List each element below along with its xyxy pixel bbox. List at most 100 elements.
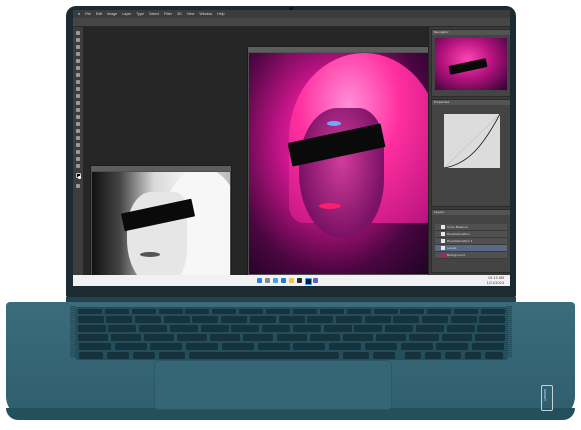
- menu-help[interactable]: Help: [217, 12, 224, 16]
- layer-row[interactable]: Background: [435, 252, 507, 259]
- clone-stamp-tool-icon[interactable]: [76, 87, 80, 91]
- keyboard-key[interactable]: [400, 343, 433, 350]
- eyedropper-tool-icon[interactable]: [76, 66, 80, 70]
- keyboard-key[interactable]: [307, 316, 334, 323]
- keyboard-key[interactable]: [436, 343, 469, 350]
- menu-window[interactable]: Window: [199, 12, 212, 16]
- keyboard-key[interactable]: [243, 334, 274, 341]
- keyboard-key[interactable]: [231, 325, 260, 332]
- navigator-panel-header[interactable]: Navigator: [432, 30, 510, 35]
- menu-image[interactable]: Image: [107, 12, 117, 16]
- keyboard-key[interactable]: [186, 343, 219, 350]
- keyboard-key[interactable]: [425, 352, 441, 359]
- search-icon[interactable]: [265, 278, 270, 283]
- store-icon[interactable]: [297, 278, 302, 283]
- keyboard-key[interactable]: [169, 325, 198, 332]
- properties-panel-header[interactable]: Properties: [432, 100, 510, 105]
- keyboard-key[interactable]: [131, 309, 156, 314]
- keyboard-key[interactable]: [77, 316, 104, 323]
- shape-tool-icon[interactable]: [76, 150, 80, 154]
- quick-mask-icon[interactable]: [76, 184, 80, 188]
- keyboard-key[interactable]: [477, 325, 506, 332]
- lasso-tool-icon[interactable]: [76, 45, 80, 49]
- task-view-icon[interactable]: [273, 278, 278, 283]
- keyboard-key[interactable]: [106, 316, 133, 323]
- layers-panel-header[interactable]: Layers: [432, 210, 510, 215]
- keyboard-key[interactable]: [445, 352, 461, 359]
- menu-layer[interactable]: Layer: [122, 12, 131, 16]
- keyboard-key[interactable]: [266, 309, 291, 314]
- keyboard-key[interactable]: [293, 343, 326, 350]
- keyboard-key[interactable]: [111, 334, 142, 341]
- keyboard-key[interactable]: [192, 316, 219, 323]
- keyboard-key[interactable]: [441, 334, 472, 341]
- path-select-tool-icon[interactable]: [76, 143, 80, 147]
- keyboard-key[interactable]: [108, 325, 137, 332]
- keyboard-key[interactable]: [405, 352, 421, 359]
- spacebar-key[interactable]: [189, 352, 339, 359]
- keyboard-key[interactable]: [79, 352, 103, 359]
- document-tab-bw[interactable]: [91, 166, 231, 171]
- keyboard-key[interactable]: [309, 334, 340, 341]
- menu-3d[interactable]: 3D: [177, 12, 182, 16]
- keyboard-key[interactable]: [329, 343, 362, 350]
- keyboard-key[interactable]: [472, 343, 505, 350]
- keyboard-key[interactable]: [446, 325, 475, 332]
- menu-filter[interactable]: Filter: [164, 12, 172, 16]
- history-brush-tool-icon[interactable]: [76, 94, 80, 98]
- zoom-tool-icon[interactable]: [76, 164, 80, 168]
- keyboard-key[interactable]: [200, 325, 229, 332]
- navigator-thumbnail[interactable]: [435, 38, 507, 90]
- keyboard-key[interactable]: [375, 334, 406, 341]
- keyboard-key[interactable]: [150, 343, 183, 350]
- keyboard-key[interactable]: [421, 316, 448, 323]
- layer-row-selected[interactable]: Levels: [435, 245, 507, 252]
- keyboard-key[interactable]: [479, 316, 506, 323]
- brush-tool-icon[interactable]: [76, 80, 80, 84]
- menu-select[interactable]: Select: [149, 12, 159, 16]
- keyboard-key[interactable]: [135, 316, 162, 323]
- keyboard-key[interactable]: [292, 309, 317, 314]
- keyboard-key[interactable]: [450, 316, 477, 323]
- keyboard-key[interactable]: [354, 325, 383, 332]
- keyboard-key[interactable]: [139, 325, 168, 332]
- keyboard-key[interactable]: [158, 309, 183, 314]
- keyboard-key[interactable]: [415, 325, 444, 332]
- keyboard-key[interactable]: [77, 325, 106, 332]
- keyboard-key[interactable]: [292, 325, 321, 332]
- keyboard-key[interactable]: [249, 316, 276, 323]
- layer-row[interactable]: Color Balance: [435, 224, 507, 231]
- move-tool-icon[interactable]: [76, 31, 80, 35]
- keyboard-key[interactable]: [262, 325, 291, 332]
- keyboard-key[interactable]: [454, 309, 479, 314]
- start-icon[interactable]: [257, 278, 262, 283]
- keyboard-key[interactable]: [78, 334, 109, 341]
- keyboard-key[interactable]: [364, 316, 391, 323]
- document-tab-color[interactable]: [248, 47, 433, 52]
- keyboard-key[interactable]: [323, 325, 352, 332]
- keyboard-key[interactable]: [385, 325, 414, 332]
- keyboard-key[interactable]: [373, 309, 398, 314]
- blur-tool-icon[interactable]: [76, 115, 80, 119]
- layer-row[interactable]: Hue/Saturation 1: [435, 238, 507, 245]
- photoshop-icon[interactable]: [305, 278, 312, 285]
- dodge-tool-icon[interactable]: [76, 122, 80, 126]
- gradient-tool-icon[interactable]: [76, 108, 80, 112]
- hand-tool-icon[interactable]: [76, 157, 80, 161]
- crop-tool-icon[interactable]: [76, 59, 80, 63]
- background-color-swatch[interactable]: [78, 176, 81, 179]
- document-window-bw[interactable]: [90, 165, 232, 285]
- touchpad[interactable]: [154, 360, 392, 410]
- document-window-color[interactable]: [247, 46, 434, 276]
- teams-icon[interactable]: [313, 278, 318, 283]
- pen-tool-icon[interactable]: [76, 129, 80, 133]
- type-tool-icon[interactable]: [76, 136, 80, 140]
- keyboard-key[interactable]: [346, 309, 371, 314]
- keyboard-key[interactable]: [427, 309, 452, 314]
- file-explorer-icon[interactable]: [289, 278, 294, 283]
- keyboard-key[interactable]: [373, 352, 395, 359]
- keyboard-key[interactable]: [185, 309, 210, 314]
- menu-view[interactable]: View: [187, 12, 195, 16]
- keyboard-key[interactable]: [159, 352, 185, 359]
- menu-type[interactable]: Type: [136, 12, 144, 16]
